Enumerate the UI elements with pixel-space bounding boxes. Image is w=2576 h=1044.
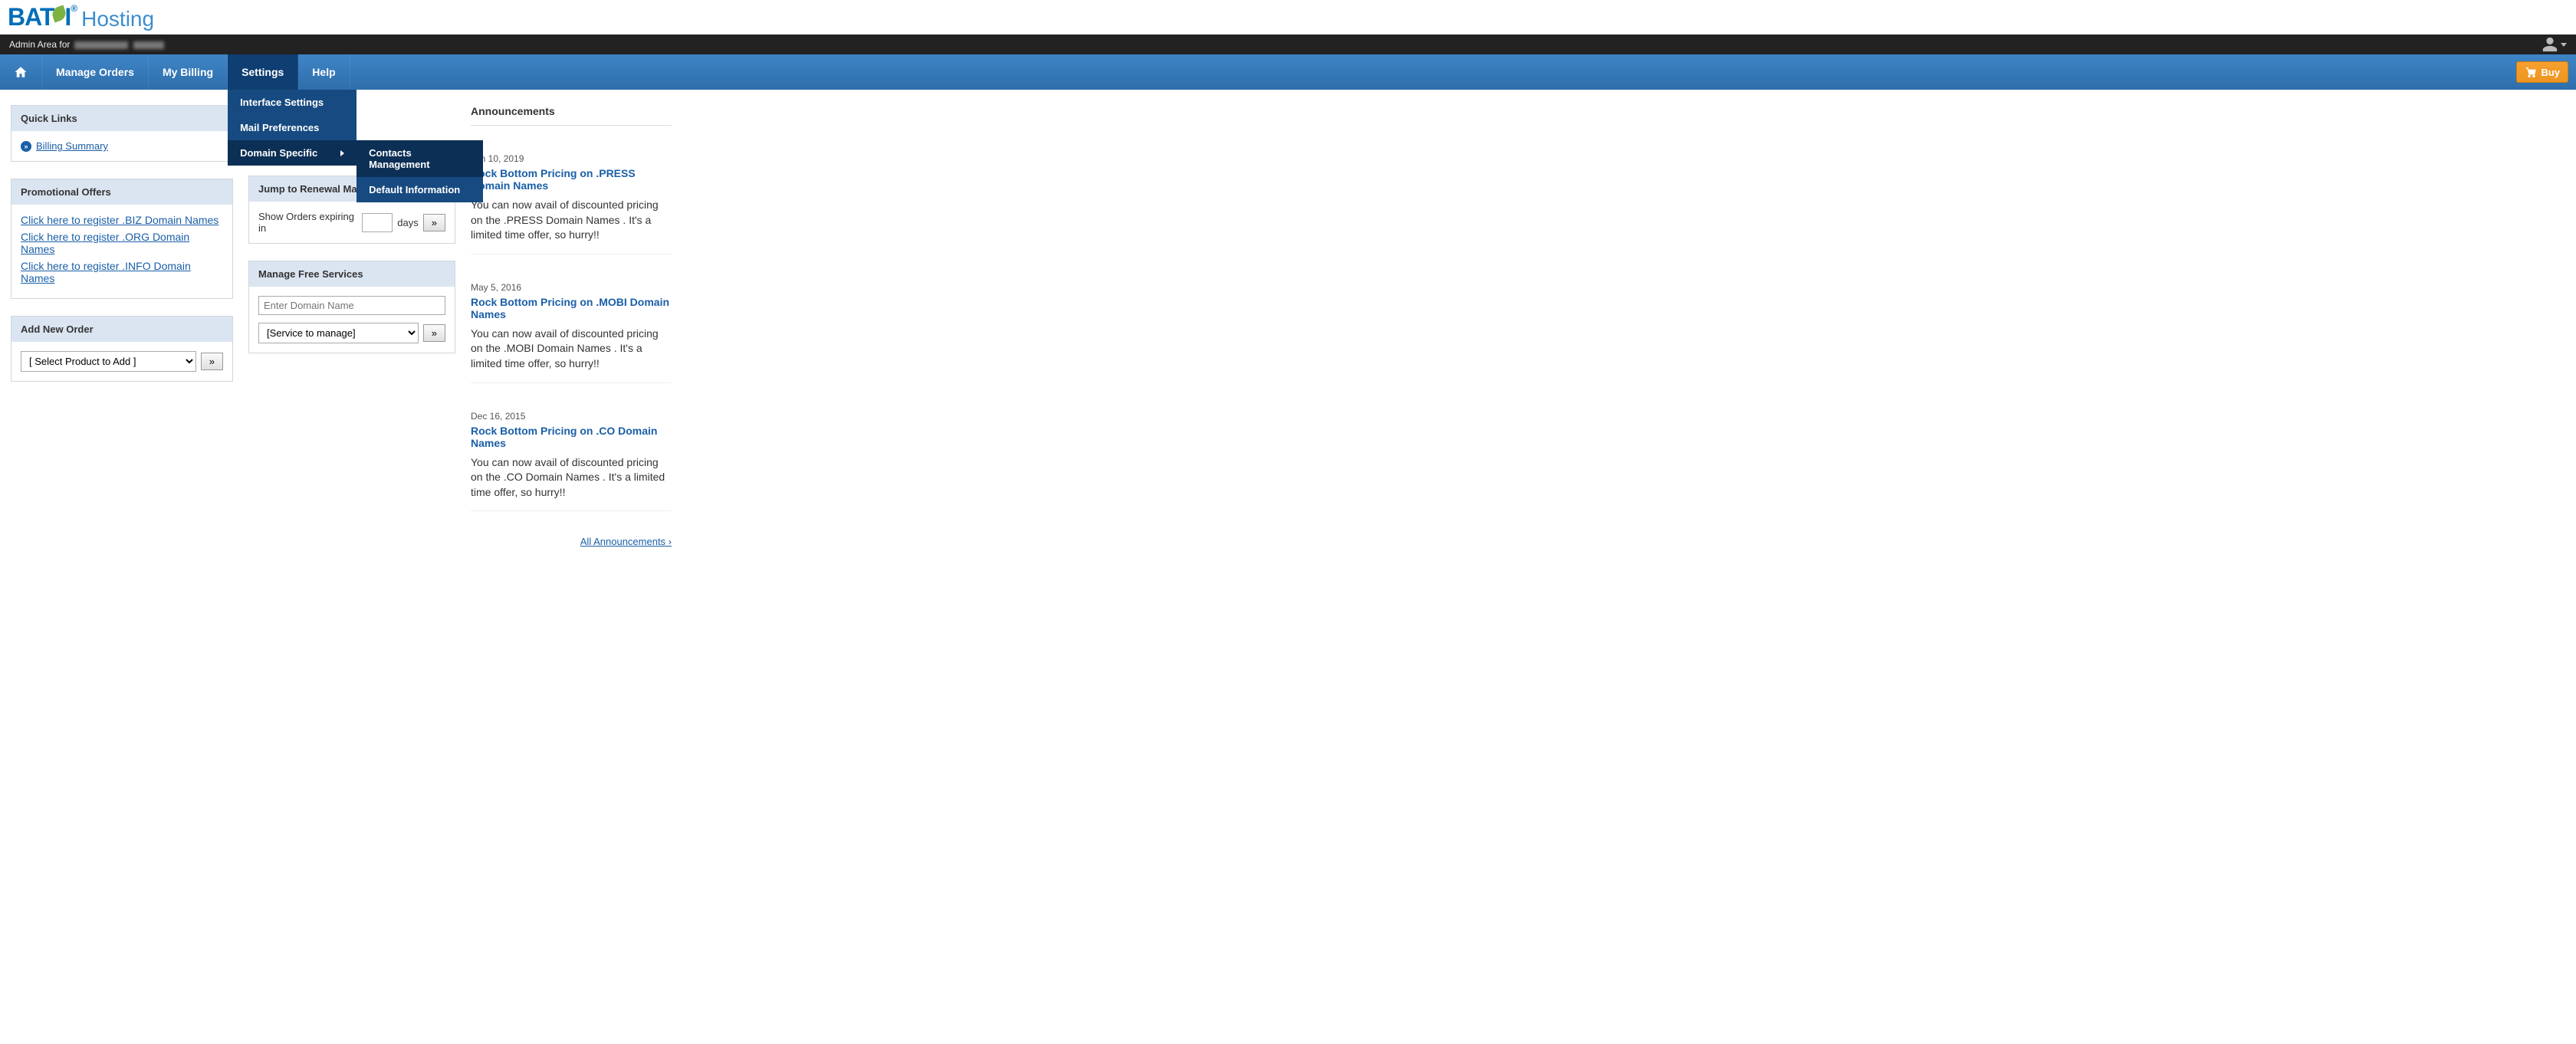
renewal-prefix: Show Orders expiring in: [258, 211, 357, 234]
announcement-date: May 5, 2016: [471, 282, 672, 293]
submenu-contacts-management[interactable]: Contacts Management: [356, 140, 483, 177]
submenu-default-information[interactable]: Default Information: [356, 177, 483, 202]
announcement-date: Jun 10, 2019: [471, 153, 672, 164]
free-services-title: Manage Free Services: [249, 261, 455, 287]
brand-header: BATI® Hosting: [0, 0, 2576, 34]
all-announcements-link[interactable]: All Announcements ›: [580, 536, 672, 547]
caret-right-icon: [340, 150, 344, 156]
redacted-text: [74, 41, 128, 49]
free-services-go-button[interactable]: »: [423, 324, 445, 342]
buy-label: Buy: [2541, 67, 2560, 78]
admin-area-label: Admin Area for: [9, 39, 166, 50]
nav-help[interactable]: Help: [298, 54, 350, 90]
renewal-go-button[interactable]: »: [423, 214, 445, 231]
announcement-item: May 5, 2016 Rock Bottom Pricing on .MOBI…: [471, 271, 672, 383]
brand-logo: BATI®: [8, 3, 77, 31]
user-icon: [2542, 36, 2558, 53]
announcement-title-link[interactable]: Rock Bottom Pricing on .MOBI Domain Name…: [471, 296, 672, 320]
nav-home[interactable]: [0, 54, 42, 90]
chevron-down-icon: [2561, 43, 2567, 47]
buy-button[interactable]: Buy: [2516, 61, 2568, 83]
left-column: Quick Links » Billing Summary Promotiona…: [11, 105, 233, 382]
arrow-circle-icon: »: [21, 141, 31, 152]
redacted-text: [133, 41, 164, 49]
domain-name-input[interactable]: [258, 296, 445, 315]
user-menu[interactable]: [2542, 36, 2567, 53]
billing-summary-link[interactable]: » Billing Summary: [21, 140, 223, 152]
admin-prefix: Admin Area for: [9, 39, 70, 50]
announcement-body: You can now avail of discounted pricing …: [471, 327, 672, 372]
quick-links-panel: Quick Links » Billing Summary: [11, 105, 233, 162]
add-order-go-button[interactable]: »: [201, 353, 223, 370]
announcement-title-link[interactable]: Rock Bottom Pricing on .CO Domain Names: [471, 425, 672, 449]
announcement-body: You can now avail of discounted pricing …: [471, 455, 672, 501]
menu-interface-settings[interactable]: Interface Settings: [228, 90, 356, 115]
home-icon: [14, 65, 28, 79]
promo-link-biz[interactable]: Click here to register .BIZ Domain Names: [21, 214, 223, 226]
registered-icon: ®: [71, 3, 77, 14]
promo-link-org[interactable]: Click here to register .ORG Domain Names: [21, 231, 223, 255]
promo-link-info[interactable]: Click here to register .INFO Domain Name…: [21, 260, 223, 284]
menu-domain-specific[interactable]: Domain Specific Contacts Management Defa…: [228, 140, 356, 166]
renewal-days-input[interactable]: [362, 213, 393, 232]
quick-links-title: Quick Links: [12, 106, 232, 131]
add-order-title: Add New Order: [12, 317, 232, 342]
nav-my-billing[interactable]: My Billing: [149, 54, 228, 90]
menu-domain-specific-label: Domain Specific: [240, 147, 317, 159]
domain-specific-submenu: Contacts Management Default Information: [356, 140, 483, 202]
admin-bar: Admin Area for: [0, 34, 2576, 54]
settings-dropdown: Interface Settings Mail Preferences Doma…: [228, 90, 356, 166]
announcement-date: Dec 16, 2015: [471, 411, 672, 422]
nav-manage-orders[interactable]: Manage Orders: [42, 54, 149, 90]
product-select[interactable]: [ Select Product to Add ]: [21, 351, 196, 372]
nav-settings[interactable]: Settings Interface Settings Mail Prefere…: [228, 54, 298, 90]
brand-part1: BAT: [8, 3, 54, 31]
renewal-suffix: days: [397, 217, 418, 228]
promo-title: Promotional Offers: [12, 179, 232, 205]
free-services-panel: Manage Free Services [Service to manage]…: [248, 261, 455, 353]
add-order-panel: Add New Order [ Select Product to Add ] …: [11, 316, 233, 382]
billing-summary-label: Billing Summary: [36, 140, 108, 152]
announcements-column: Announcements Jun 10, 2019 Rock Bottom P…: [471, 105, 672, 547]
promo-panel: Promotional Offers Click here to registe…: [11, 179, 233, 299]
announcement-item: Dec 16, 2015 Rock Bottom Pricing on .CO …: [471, 400, 672, 512]
announcement-title-link[interactable]: Rock Bottom Pricing on .PRESS Domain Nam…: [471, 167, 672, 192]
announcement-body: You can now avail of discounted pricing …: [471, 198, 672, 243]
brand-suffix: Hosting: [81, 7, 154, 31]
cart-icon: [2525, 66, 2537, 78]
menu-mail-preferences[interactable]: Mail Preferences: [228, 115, 356, 140]
announcements-title: Announcements: [471, 105, 672, 126]
announcement-item: Jun 10, 2019 Rock Bottom Pricing on .PRE…: [471, 143, 672, 254]
nav-settings-label: Settings: [242, 66, 284, 78]
service-select[interactable]: [Service to manage]: [258, 323, 419, 343]
main-nav: Manage Orders My Billing Settings Interf…: [0, 54, 2576, 90]
